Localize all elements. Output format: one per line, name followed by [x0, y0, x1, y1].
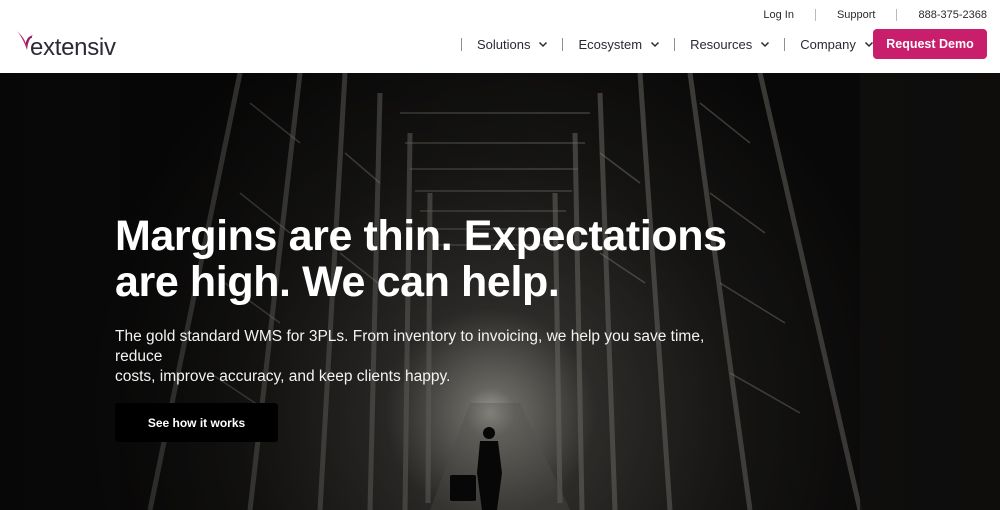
hero-subtitle-line: costs, improve accuracy, and keep client…	[115, 368, 451, 385]
phone-link[interactable]: 888-375-2368	[918, 9, 987, 21]
hero-subtitle-line: The gold standard WMS for 3PLs. From inv…	[115, 328, 705, 365]
chevron-down-icon	[651, 41, 660, 48]
chevron-down-icon	[539, 41, 548, 48]
hero-title: Margins are thin. Expectations are high.…	[115, 213, 755, 305]
hero-subtitle: The gold standard WMS for 3PLs. From inv…	[115, 327, 735, 387]
nav-item-resources[interactable]: Resources	[675, 37, 784, 52]
nav-item-ecosystem[interactable]: Ecosystem	[563, 37, 674, 52]
chevron-down-icon	[761, 41, 770, 48]
login-link[interactable]: Log In	[763, 9, 794, 21]
utility-divider	[814, 9, 816, 21]
nav-item-label: Solutions	[477, 36, 531, 52]
hero-section: Margins are thin. Expectations are high.…	[0, 73, 1000, 510]
brand-name: extensiv	[30, 34, 116, 61]
site-header: extensiv Log In Support 888-375-2368 Sol…	[0, 0, 1000, 73]
hero-title-line: are high. We can help.	[115, 258, 560, 306]
hero-content: Margins are thin. Expectations are high.…	[115, 213, 755, 387]
utility-divider	[896, 9, 898, 21]
request-demo-button[interactable]: Request Demo	[873, 29, 987, 59]
nav-item-label: Company	[800, 36, 856, 52]
nav-item-label: Ecosystem	[578, 36, 643, 52]
see-how-it-works-button[interactable]: See how it works	[115, 403, 278, 442]
nav-item-label: Resources	[690, 36, 753, 52]
utility-nav: Log In Support 888-375-2368	[763, 8, 987, 22]
hero-title-line: Margins are thin. Expectations	[115, 212, 727, 260]
brand-logo[interactable]: extensiv	[16, 30, 116, 61]
support-link[interactable]: Support	[837, 9, 876, 21]
nav-item-solutions[interactable]: Solutions	[462, 37, 562, 52]
main-nav: Solutions Ecosystem Resources Company	[461, 33, 888, 55]
